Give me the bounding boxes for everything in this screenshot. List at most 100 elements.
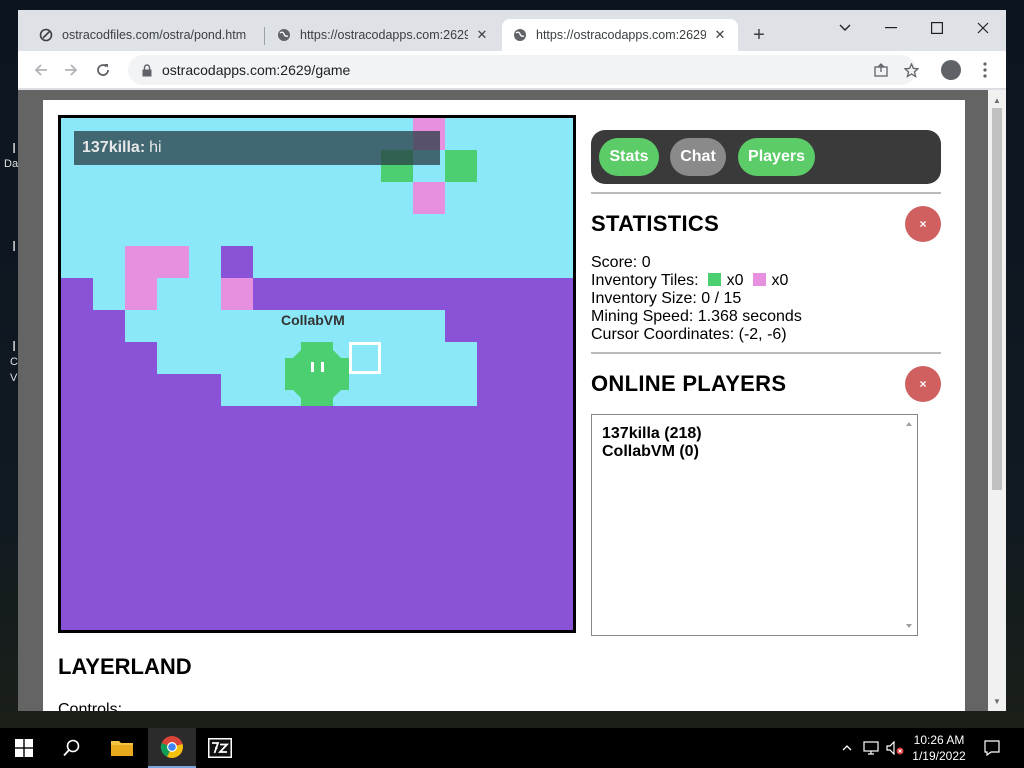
desktop-icon-label: I (12, 338, 17, 355)
pink-tile (221, 278, 253, 310)
controls-label: Controls: (58, 701, 123, 711)
tab-game-1[interactable]: https://ostracodapps.com:2629/g ✕ (266, 19, 500, 51)
chrome-taskbar-button[interactable] (148, 728, 196, 768)
pink-tile (125, 278, 157, 310)
sky-tile (93, 278, 125, 310)
divider (591, 192, 941, 194)
browser-toolbar: ostracodapps.com:2629/game (18, 51, 1006, 89)
inventory-tiles-row: Inventory Tiles: x0 x0 (591, 272, 788, 290)
tab-title: ostracodfiles.com/ostra/pond.htm (62, 28, 247, 42)
windows-taskbar: 10:26 AM 1/19/2022 (0, 728, 1024, 768)
pink-count: x0 (771, 272, 789, 289)
pink-tile (413, 182, 445, 214)
page-title: LAYERLAND (58, 654, 192, 679)
globe-icon (276, 27, 292, 43)
pink-swatch-icon (752, 273, 766, 286)
forward-button[interactable] (60, 59, 82, 81)
7zip-icon (208, 738, 232, 758)
profile-avatar[interactable] (940, 59, 962, 81)
tab-game-active[interactable]: https://ostracodapps.com:2629/ ✕ (502, 19, 738, 51)
maximize-button[interactable] (914, 14, 960, 42)
scrollbar-thumb[interactable] (992, 108, 1002, 490)
game-canvas[interactable]: 137killa: hi CollabVM (58, 115, 576, 633)
players-list[interactable]: 137killa (218) CollabVM (0) (591, 414, 918, 636)
ground-tile (221, 246, 253, 278)
share-icon[interactable] (872, 61, 890, 79)
forward-arrow-icon (65, 64, 78, 76)
tray-expand-icon[interactable] (838, 728, 856, 768)
close-players-button[interactable]: × (905, 366, 941, 402)
globe-icon (512, 27, 528, 43)
sky-tile (221, 374, 477, 406)
player-row: CollabVM (0) (602, 443, 699, 460)
profile-icon (941, 60, 961, 80)
close-tab-icon[interactable]: ✕ (712, 27, 728, 43)
file-explorer-button[interactable] (98, 728, 146, 768)
player-row: 137killa (218) (602, 425, 702, 442)
search-button[interactable] (48, 728, 96, 768)
green-tile (445, 150, 477, 182)
cursor-selection-box (349, 342, 381, 374)
7zip-taskbar-button[interactable] (196, 728, 244, 768)
pink-tile (125, 246, 189, 278)
close-icon (977, 22, 989, 34)
system-clock[interactable]: 10:26 AM 1/19/2022 (906, 732, 972, 764)
reload-button[interactable] (92, 59, 114, 81)
back-arrow-icon (34, 64, 47, 76)
network-icon[interactable] (860, 728, 882, 768)
reload-icon (97, 64, 109, 76)
start-button[interactable] (0, 728, 48, 768)
lock-icon[interactable] (140, 63, 154, 77)
chrome-icon (160, 736, 183, 758)
new-tab-button[interactable]: + (748, 24, 770, 46)
scroll-up-icon[interactable]: ▲ (988, 92, 1006, 108)
desktop-icon-label: V (10, 372, 18, 384)
scroll-down-icon[interactable]: ▼ (988, 693, 1006, 709)
folder-icon (111, 741, 133, 756)
score-text: Score: 0 (591, 254, 651, 271)
tab-pond[interactable]: ostracodfiles.com/ostra/pond.htm (28, 19, 264, 51)
tab-players[interactable]: Players (738, 138, 815, 176)
tab-chat[interactable]: Chat (670, 138, 726, 176)
chat-text: hi (149, 139, 162, 156)
layerland-page: 137killa: hi CollabVM Stats Chat Players (43, 100, 965, 711)
tab-title: https://ostracodapps.com:2629/g (300, 28, 468, 42)
minimize-icon (885, 27, 897, 29)
close-window-button[interactable] (960, 14, 1006, 42)
maximize-icon (931, 22, 943, 34)
green-count: x0 (726, 272, 744, 289)
search-icon (63, 739, 80, 757)
tab-search-button[interactable] (822, 14, 868, 42)
tab-divider (264, 27, 265, 45)
cursor-coordinates-text: Cursor Coordinates: (-2, -6) (591, 326, 787, 343)
divider (591, 352, 941, 354)
minimize-button[interactable] (868, 14, 914, 42)
bookmark-star-icon[interactable] (902, 61, 920, 79)
desktop-icon-label: I (12, 140, 17, 157)
back-button[interactable] (30, 59, 52, 81)
players-list-scrollbar[interactable] (901, 415, 917, 635)
clock-time: 10:26 AM (913, 733, 965, 747)
chevron-down-icon (839, 24, 851, 31)
panel-tab-bar: Stats Chat Players (591, 130, 941, 184)
url-text: ostracodapps.com:2629/game (162, 62, 351, 78)
close-statistics-button[interactable]: × (905, 206, 941, 242)
tab-title: https://ostracodapps.com:2629/ (536, 28, 706, 42)
inventory-tiles-label: Inventory Tiles: (591, 272, 699, 289)
desktop-icon-label: I (12, 238, 17, 255)
address-bar[interactable]: ostracodapps.com:2629/game (128, 55, 919, 85)
close-tab-icon[interactable]: ✕ (474, 27, 490, 43)
desktop-icon-label: C (10, 356, 18, 368)
inventory-size-text: Inventory Size: 0 / 15 (591, 290, 742, 307)
page-scrollbar[interactable]: ▲ ▼ (988, 90, 1006, 711)
clock-date: 1/19/2022 (912, 749, 966, 763)
chat-overlay: 137killa: hi (74, 131, 440, 165)
volume-muted-icon[interactable] (884, 728, 906, 768)
notifications-icon[interactable] (978, 728, 1006, 768)
desktop-icon-label: Da (4, 158, 19, 170)
statistics-heading: STATISTICS (591, 211, 720, 236)
tab-stats[interactable]: Stats (599, 138, 659, 176)
green-swatch-icon (707, 273, 721, 286)
kebab-menu-icon (983, 62, 987, 78)
menu-button[interactable] (974, 59, 996, 81)
